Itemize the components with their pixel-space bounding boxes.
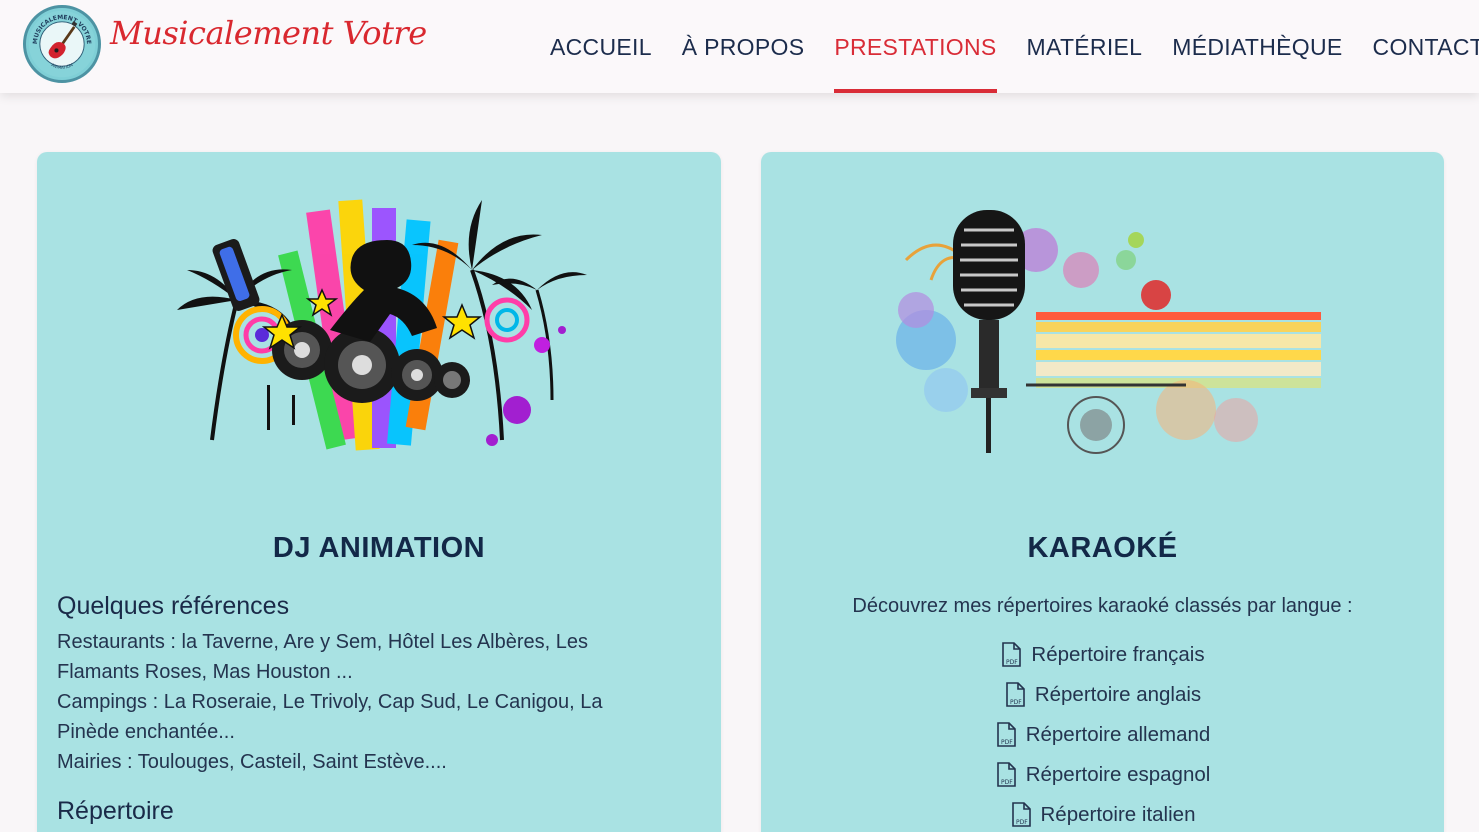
dj-animation-title: DJ ANIMATION	[272, 532, 486, 564]
nav-prestations[interactable]: PRESTATIONS	[819, 0, 1011, 93]
nav-label: MÉDIATHÈQUE	[1172, 34, 1343, 60]
nav-mediatheque[interactable]: MÉDIATHÈQUE	[1157, 0, 1357, 93]
pdf-file-icon: PDF	[996, 722, 1016, 747]
nav-label: À PROPOS	[681, 34, 805, 60]
repertoire-allemand-link[interactable]: PDF Répertoire allemand	[761, 715, 1444, 755]
pdf-file-icon: PDF	[1006, 682, 1025, 707]
dj-party-illustration	[172, 180, 587, 484]
reference-restaurants: Restaurants : la Taverne, Are y Sem, Hôt…	[57, 631, 589, 683]
nav-label: CONTACT	[1372, 34, 1479, 60]
nav-a-propos[interactable]: À PROPOS	[667, 0, 820, 93]
repertoire-heading: Répertoire	[57, 797, 174, 825]
brand-wordmark[interactable]: Musicalement Votre	[110, 14, 427, 52]
pdf-file-icon: PDF	[1011, 802, 1031, 827]
karaoke-title: KARAOKÉ	[1027, 532, 1178, 564]
site-logo[interactable]: MUSICALEMENT VOTRE ANIMATION	[23, 5, 101, 83]
karaoke-file-list: PDF Répertoire français PDF Répertoire a…	[761, 635, 1444, 832]
file-label: Répertoire français	[1031, 643, 1205, 666]
nav-label: PRESTATIONS	[834, 34, 997, 60]
vintage-microphone-illustration	[886, 200, 1321, 469]
nav-accueil[interactable]: ACCUEIL	[535, 0, 667, 93]
repertoire-anglais-link[interactable]: PDF Répertoire anglais	[761, 675, 1444, 715]
karaoke-card: KARAOKÉ Découvrez mes répertoires karaok…	[761, 152, 1444, 832]
nav-label: MATÉRIEL	[1026, 34, 1143, 60]
file-label: Répertoire allemand	[1025, 723, 1211, 746]
svg-text:PDF: PDF	[1006, 659, 1018, 666]
repertoire-italien-link[interactable]: PDF Répertoire italien	[761, 795, 1444, 832]
references-heading: Quelques références	[57, 592, 290, 620]
svg-text:PDF: PDF	[1016, 819, 1028, 826]
svg-text:PDF: PDF	[1001, 739, 1013, 746]
file-label: Répertoire anglais	[1034, 683, 1202, 706]
svg-text:PDF: PDF	[1010, 699, 1022, 706]
karaoke-intro: Découvrez mes répertoires karaoké classé…	[852, 595, 1353, 617]
reference-mairies: Mairies : Toulouges, Casteil, Saint Estè…	[57, 751, 447, 773]
pdf-file-icon: PDF	[1002, 642, 1022, 667]
file-label: Répertoire italien	[1040, 803, 1196, 826]
nav-contact[interactable]: CONTACT	[1358, 0, 1479, 93]
pdf-file-icon: PDF	[996, 762, 1016, 787]
electric-guitar-icon: MUSICALEMENT VOTRE ANIMATION	[28, 10, 96, 78]
nav-materiel[interactable]: MATÉRIEL	[1012, 0, 1158, 93]
site-header: MUSICALEMENT VOTRE ANIMATION Musicalemen…	[0, 0, 1479, 93]
repertoire-francais-link[interactable]: PDF Répertoire français	[761, 635, 1444, 675]
svg-text:PDF: PDF	[1001, 779, 1013, 786]
file-label: Répertoire espagnol	[1025, 763, 1211, 786]
nav-label: ACCUEIL	[550, 34, 652, 60]
reference-campings: Campings : La Roseraie, Le Trivoly, Cap …	[57, 691, 603, 743]
main-nav: ACCUEIL À PROPOS PRESTATIONS MATÉRIEL MÉ…	[535, 0, 1479, 93]
dj-animation-card: DJ ANIMATION Quelques références Restaur…	[37, 152, 721, 832]
repertoire-espagnol-link[interactable]: PDF Répertoire espagnol	[761, 755, 1444, 795]
